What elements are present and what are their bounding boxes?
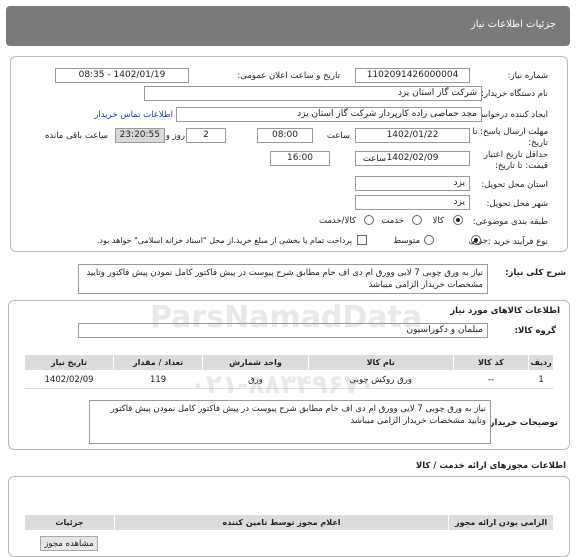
validity-label-2: قیمت: تا تاریخ: (495, 161, 548, 171)
col-row: ردیف (528, 354, 554, 371)
days-label: روز و (165, 131, 185, 141)
view-permit-button[interactable]: مشاهده مجوز (40, 536, 98, 551)
deadline-time-field: 08:00 (257, 128, 313, 143)
page-title: جزئیات اطلاعات نیاز (470, 19, 556, 30)
deadline-date-field: 1402/01/22 (355, 128, 470, 143)
permits-table-header: الزامی بودن ارائه مجوز اعلام مجوز توسط ت… (24, 514, 554, 531)
validity-label-1: حداقل تاریخ اعتبار (483, 150, 548, 160)
deadline-label-1: مهلت ارسال پاسخ: تا (472, 127, 548, 137)
deadline-time-label: ساعت (326, 131, 350, 141)
col-name: نام کالا (307, 354, 454, 371)
buyer-org-field: شرکت گاز استان یزد (144, 86, 482, 101)
process-option-minor: جزیی (468, 236, 488, 246)
category-label: طبقه بندی موضوعی: (472, 217, 548, 227)
buyer-notes-text: نیاز به ورق چوبی 7 لایی وورق ام دی اف خا… (89, 400, 491, 444)
need-number-label: شماره نیاز: (507, 71, 548, 81)
goods-table: ردیف کد کالا نام کالا واحد شمارش تعداد /… (23, 354, 554, 389)
validity-time-field: 16:00 (270, 151, 330, 166)
treasury-payment-note: پرداخت تمام یا بخشی از مبلغ خرید،از محل … (96, 236, 352, 245)
goods-group-label: گروه کالا: (514, 326, 556, 336)
province-field: یزد (355, 176, 470, 191)
province-label: استان محل تحویل: (481, 180, 548, 190)
page-header: جزئیات اطلاعات نیاز (6, 6, 570, 46)
row-date: 1402/02/09 (24, 370, 114, 389)
category-radio-both[interactable] (364, 215, 374, 225)
summary-label: شرح کلی نیاز: (505, 268, 566, 278)
goods-group-field: مبلمان و دکوراسیون (78, 323, 488, 338)
services-section-title: اطلاعات مجوزهای ارائه خدمت / کالا (415, 461, 566, 471)
days-field: 2 (186, 128, 226, 143)
row-qty: 119 (113, 370, 203, 389)
remaining-time-field: 23:20:55 (115, 128, 165, 143)
goods-table-header: ردیف کد کالا نام کالا واحد شمارش تعداد /… (23, 354, 554, 371)
process-radio-medium[interactable] (424, 235, 434, 245)
summary-text: نیاز به ورق چوبی 7 لایی وورق ام دی اف خا… (78, 264, 488, 294)
col-unit: واحد شمارش (202, 354, 309, 371)
city-label: شهر محل تحویل: (486, 199, 548, 209)
col-permit-announced: اعلام مجوز توسط تامین کننده (113, 514, 450, 531)
goods-section-title: اطلاعات کالاهای مورد نیاز (450, 306, 560, 316)
col-details: جزئیات (24, 514, 115, 531)
treasury-payment-checkbox[interactable] (357, 235, 367, 245)
deadline-label-2: تاریخ: (528, 138, 548, 148)
category-option-both: کالا/خدمت (319, 216, 356, 226)
city-field: یزد (355, 195, 470, 210)
remaining-label: ساعت باقی مانده (44, 131, 108, 141)
row-unit: ورق (202, 370, 309, 389)
category-option-service: خدمت (381, 216, 404, 226)
category-option-goods: کالا (432, 216, 444, 226)
col-date: تاریخ نیاز (23, 354, 115, 371)
category-radio-service[interactable] (412, 215, 422, 225)
announce-date-label: تاریخ و ساعت اعلان عمومی: (237, 71, 340, 81)
row-name: ورق روکش چوبی (308, 370, 454, 389)
row-index: 1 (528, 370, 554, 389)
permits-table: الزامی بودن ارائه مجوز اعلام مجوز توسط ت… (24, 514, 554, 531)
buyer-contact-link[interactable]: اطلاعات تماس خریدار (94, 110, 173, 120)
process-label: نوع فرآیند خرید : (487, 237, 548, 247)
requester-field: مجد حماصی زاده کارپرداز شرکت گاز استان ی… (176, 107, 482, 122)
buyer-org-label: نام دستگاه خریدار: (481, 89, 548, 99)
need-number-field: 1102091426000004 (355, 68, 470, 83)
col-code: کد کالا (452, 354, 530, 371)
process-option-medium: متوسط (393, 236, 420, 246)
buyer-notes-label: توضیحات خریدار: (486, 418, 558, 428)
announce-date-field: 1402/01/19 - 08:35 (55, 68, 189, 83)
validity-time-label: ساعت (362, 154, 386, 164)
col-permit-required: الزامی بودن ارائه مجوز (448, 514, 554, 531)
table-row: 1 -- ورق روکش چوبی ورق 119 1402/02/09 (24, 370, 554, 389)
category-radio-goods[interactable] (453, 215, 463, 225)
col-qty: تعداد / مقدار (113, 354, 204, 371)
row-code: -- (453, 370, 529, 389)
